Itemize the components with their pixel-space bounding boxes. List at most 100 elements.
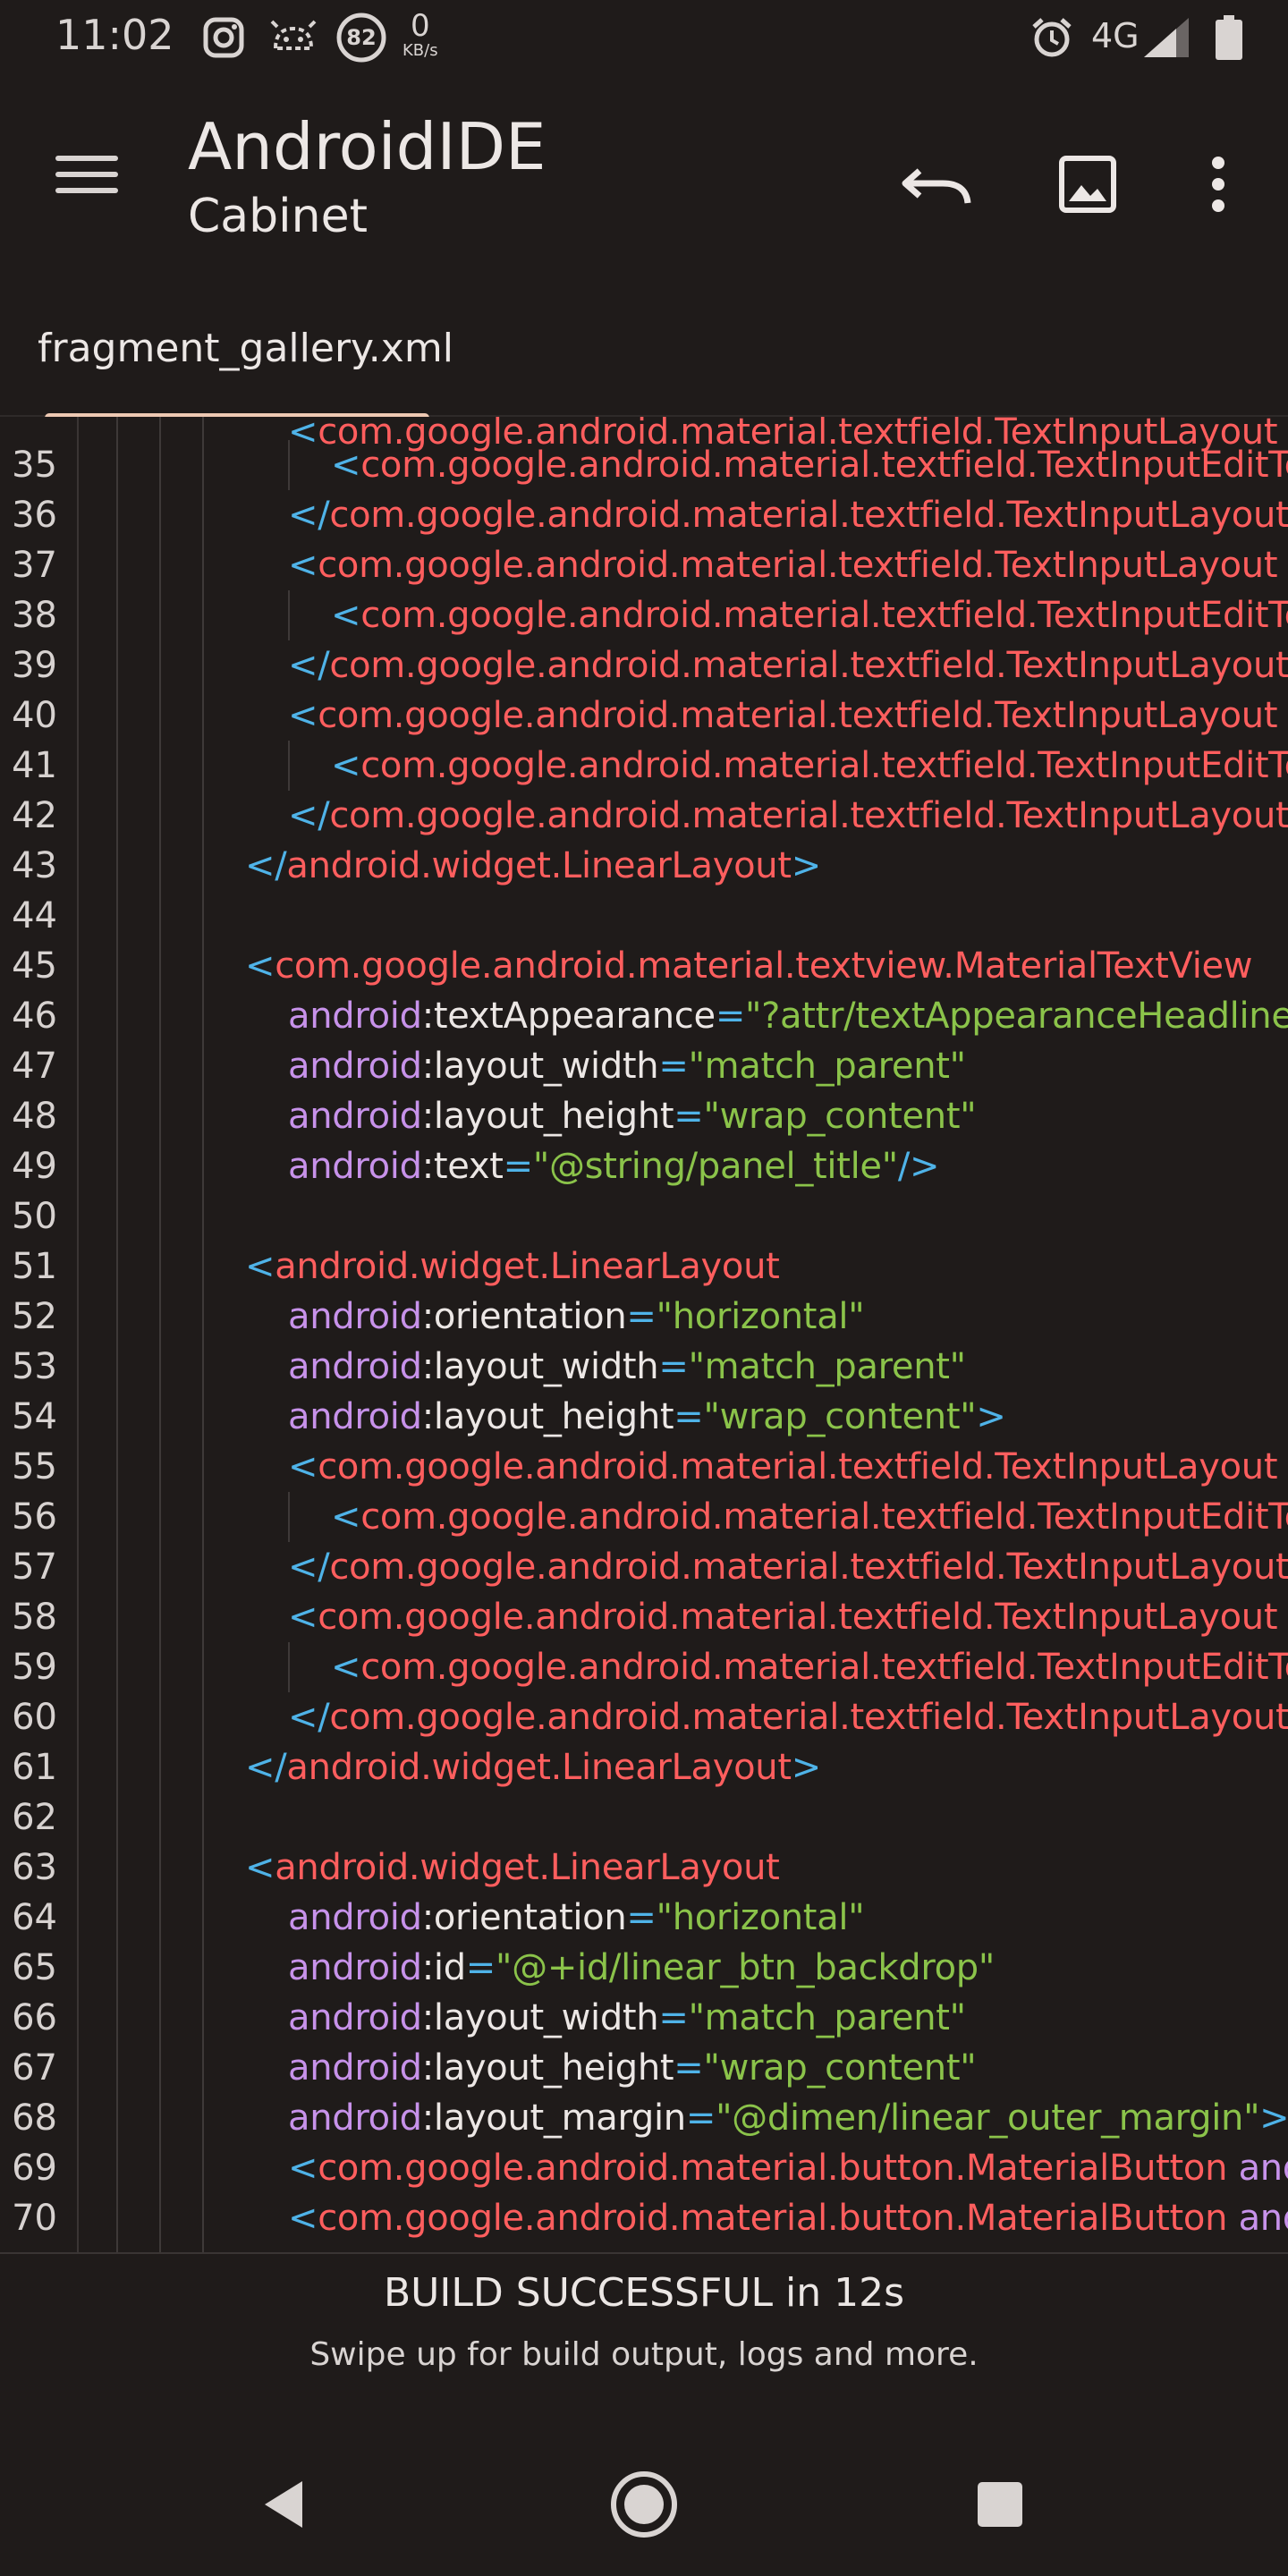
network-speed-unit: KB/s (402, 41, 438, 60)
line-number: 35 (12, 445, 57, 486)
status-time: 11:02 (55, 11, 174, 59)
file-tab-bar: fragment_gallery.xml (0, 283, 1288, 422)
recents-icon[interactable] (955, 2460, 1045, 2549)
line-number: 36 (12, 495, 57, 536)
code-text: <com.google.android.material.textfield.T… (288, 1446, 1288, 1487)
code-line: 43 </android.widget.LinearLayout> (0, 841, 1288, 891)
line-number: 66 (12, 1997, 57, 2038)
code-line: 52 android:orientation="horizontal" (0, 1292, 1288, 1342)
code-text: android:orientation="horizontal" (288, 1296, 865, 1337)
build-hint-text: Swipe up for build output, logs and more… (309, 2336, 979, 2373)
code-text: </com.google.android.material.textfield.… (288, 795, 1288, 836)
line-number: 51 (12, 1246, 57, 1287)
badge-82-text: 82 (346, 25, 377, 50)
code-text: <com.google.android.material.textview.Ma… (245, 945, 1253, 987)
build-status-panel[interactable]: BUILD SUCCESSFUL in 12s Swipe up for bui… (0, 2252, 1288, 2415)
undo-icon[interactable] (893, 140, 982, 229)
home-icon[interactable] (599, 2460, 689, 2549)
line-number: 38 (12, 595, 57, 636)
network-speed: 0 KB/s (402, 11, 438, 59)
line-number: 65 (12, 1947, 57, 1988)
line-number: 37 (12, 545, 57, 586)
code-text: android:layout_height="wrap_content" (288, 1096, 977, 1137)
code-line: 42 </com.google.android.material.textfiel… (0, 791, 1288, 841)
code-text: android:layout_margin="@dimen/linear_out… (288, 2097, 1288, 2139)
code-text: </android.widget.LinearLayout> (245, 845, 821, 886)
code-text: <com.google.android.material.textfield.T… (331, 595, 1288, 636)
code-text: android:orientation="horizontal" (288, 1897, 865, 1938)
image-icon[interactable] (1043, 140, 1132, 229)
code-text: <com.google.android.material.textfield.T… (288, 545, 1288, 586)
line-number: 69 (12, 2148, 57, 2189)
code-line: 64 android:orientation="horizontal" (0, 1893, 1288, 1943)
code-text: android:layout_width="match_parent" (288, 1997, 966, 2038)
menu-icon[interactable] (55, 156, 118, 199)
code-line: 66 android:layout_width="match_parent" (0, 1993, 1288, 2043)
code-text: <android.widget.LinearLayout (245, 1246, 780, 1287)
line-number: 68 (12, 2097, 57, 2139)
code-text: <com.google.android.material.textfield.T… (331, 745, 1288, 786)
code-line: 67 android:layout_height="wrap_content" (0, 2043, 1288, 2093)
code-text: android:layout_width="match_parent" (288, 1346, 966, 1387)
code-text: <com.google.android.material.textfield.T… (331, 1496, 1288, 1538)
line-number: 56 (12, 1496, 57, 1538)
line-number: 48 (12, 1096, 57, 1137)
code-line: 65 android:id="@+id/linear_btn_backdrop" (0, 1943, 1288, 1993)
back-icon[interactable] (240, 2460, 329, 2549)
code-line: 35 <com.google.android.material.textfield… (0, 440, 1288, 490)
code-line: 37 <com.google.android.material.textfield… (0, 540, 1288, 590)
code-line: 50 (0, 1191, 1288, 1241)
code-text: <com.google.android.material.textfield.T… (331, 445, 1288, 486)
code-text: android:layout_height="wrap_content"> (288, 1396, 1006, 1437)
line-number: 41 (12, 745, 57, 786)
code-text: <com.google.android.material.button.Mate… (288, 2148, 1288, 2189)
code-text: </android.widget.LinearLayout> (245, 1747, 821, 1788)
code-line: 40 <com.google.android.material.textfield… (0, 691, 1288, 741)
network-speed-value: 0 (410, 8, 430, 44)
line-number: 46 (12, 996, 57, 1037)
line-number: 52 (12, 1296, 57, 1337)
code-line: 47 android:layout_width="match_parent" (0, 1041, 1288, 1091)
badge-82-icon: 82 (335, 13, 388, 63)
line-number: 67 (12, 2047, 57, 2089)
line-number: 60 (12, 1697, 57, 1738)
code-line: 49 android:text="@string/panel_title"/> (0, 1141, 1288, 1191)
code-line: 53 android:layout_width="match_parent" (0, 1342, 1288, 1392)
indent-guide (288, 1642, 290, 1692)
code-text: android:id="@+id/linear_btn_backdrop" (288, 1947, 995, 1988)
android-debug-icon (267, 14, 320, 61)
line-number: 70 (12, 2198, 57, 2239)
line-number: 45 (12, 945, 57, 987)
more-vert-icon[interactable] (1174, 140, 1263, 229)
code-line: 51 <android.widget.LinearLayout (0, 1241, 1288, 1292)
code-line: 70 <com.google.android.material.button.Ma… (0, 2193, 1288, 2243)
line-number: 63 (12, 1847, 57, 1888)
code-line-partial: <com.google.android.material.textfield.T… (288, 417, 1288, 453)
code-text: <com.google.android.material.button.Mate… (288, 2198, 1288, 2239)
code-line: 38 <com.google.android.material.textfield… (0, 590, 1288, 640)
code-line: 45 <com.google.android.material.textview.… (0, 941, 1288, 991)
code-text: <com.google.android.material.textfield.T… (331, 1647, 1288, 1688)
code-line: 41 <com.google.android.material.textfield… (0, 741, 1288, 791)
alarm-icon (1027, 14, 1077, 61)
code-line: 59 <com.google.android.material.textfield… (0, 1642, 1288, 1692)
tab-label: fragment_gallery.xml (38, 326, 453, 371)
line-number: 62 (12, 1797, 57, 1838)
indent-guide (288, 590, 290, 640)
project-name: Cabinet (188, 190, 368, 243)
code-line: 57 </com.google.android.material.textfiel… (0, 1542, 1288, 1592)
line-number: 53 (12, 1346, 57, 1387)
code-line: 39 </com.google.android.material.textfiel… (0, 640, 1288, 691)
code-line: 61 </android.widget.LinearLayout> (0, 1742, 1288, 1792)
code-text: </com.google.android.material.textfield.… (288, 1697, 1288, 1738)
code-text: <android.widget.LinearLayout (245, 1847, 780, 1888)
code-line: 69 <com.google.android.material.button.Ma… (0, 2143, 1288, 2193)
line-number: 55 (12, 1446, 57, 1487)
tab-fragment-gallery[interactable]: fragment_gallery.xml (0, 283, 465, 422)
code-editor[interactable]: <com.google.android.material.textfield.T… (0, 417, 1288, 2252)
line-number: 40 (12, 695, 57, 736)
code-line: 54 android:layout_height="wrap_content"> (0, 1392, 1288, 1442)
code-text: android:layout_height="wrap_content" (288, 2047, 977, 2089)
code-line: 55 <com.google.android.material.textfield… (0, 1442, 1288, 1492)
line-number: 43 (12, 845, 57, 886)
